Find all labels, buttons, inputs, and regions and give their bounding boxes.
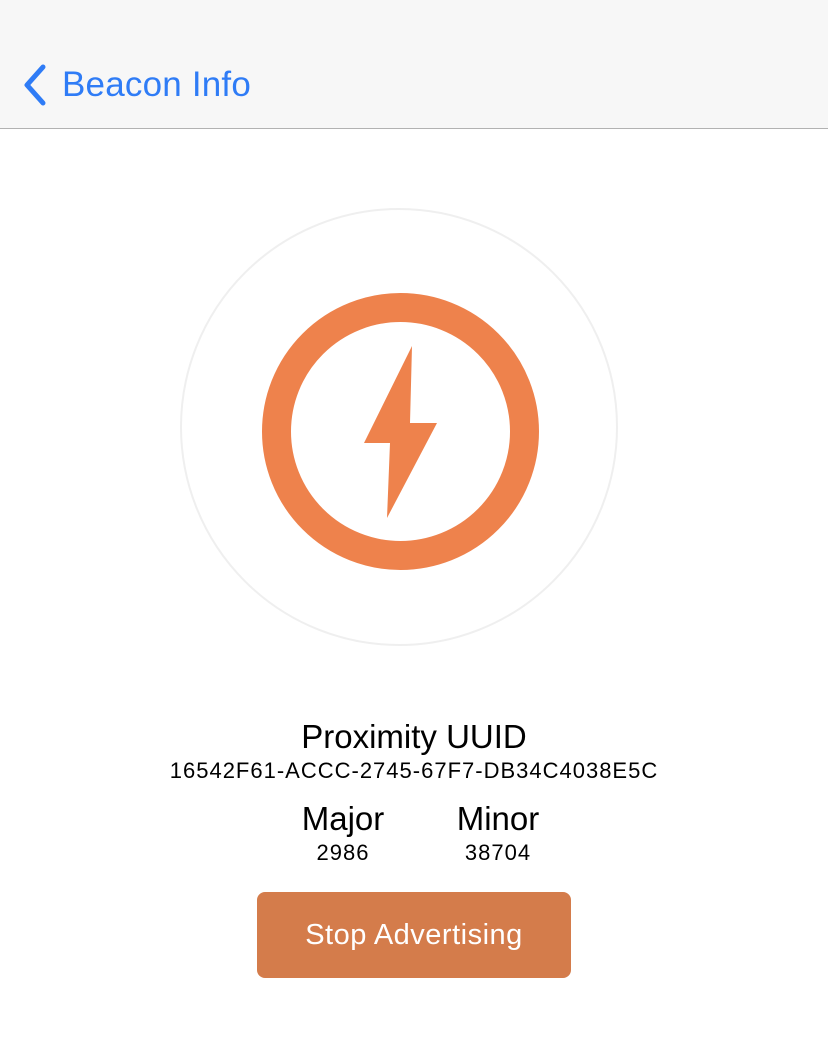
back-button-label: Beacon Info: [62, 65, 252, 104]
minor-value: 38704: [464, 840, 532, 865]
uuid-value: 16542F61-ACCC-2745-67F7-DB34C4038E5C: [169, 758, 659, 783]
stop-advertising-label: Stop Advertising: [305, 918, 523, 951]
major-value: 2986: [316, 840, 370, 865]
major-group: Major 2986: [263, 800, 423, 866]
major-label: Major: [301, 800, 385, 837]
uuid-title: Proximity UUID: [301, 718, 527, 755]
minor-group: Minor 38704: [418, 800, 578, 866]
stop-advertising-button[interactable]: Stop Advertising: [257, 892, 571, 978]
chevron-left-icon: [22, 63, 48, 107]
navigation-bar: Beacon Info: [0, 0, 828, 129]
minor-label: Minor: [456, 800, 540, 837]
back-button[interactable]: Beacon Info: [22, 60, 251, 110]
bolt-icon: [262, 293, 539, 570]
